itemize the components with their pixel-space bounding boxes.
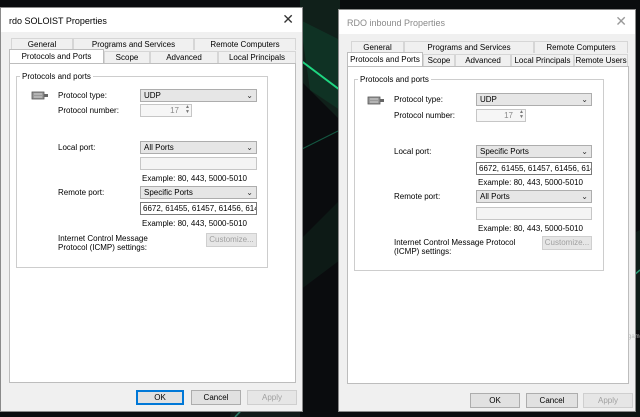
protocol-number-value: 17 bbox=[504, 111, 513, 120]
dialog-title: rdo SOLOIST Properties bbox=[9, 16, 107, 26]
chevron-down-icon: ⌄ bbox=[581, 95, 588, 104]
local-port-select[interactable]: All Ports ⌄ bbox=[140, 141, 257, 154]
protocol-number-label: Protocol number: bbox=[394, 111, 455, 120]
apply-button[interactable]: Apply bbox=[583, 393, 633, 408]
ok-button[interactable]: OK bbox=[470, 393, 520, 408]
group-title: Protocols and ports bbox=[20, 72, 93, 81]
tab-panel: Protocols and ports Protocol type: UDP ⌄ … bbox=[347, 66, 629, 384]
protocol-type-label: Protocol type: bbox=[394, 95, 443, 104]
local-port-input[interactable]: 6672, 61455, 61457, 61456, 6145 bbox=[476, 162, 592, 175]
group-title: Protocols and ports bbox=[358, 75, 431, 84]
protocol-type-select[interactable]: UDP ⌄ bbox=[476, 93, 592, 106]
icmp-settings-label: Internet Control Message Protocol (ICMP)… bbox=[394, 238, 516, 256]
remote-port-select[interactable]: Specific Ports ⌄ bbox=[140, 186, 257, 199]
protocol-number-stepper[interactable]: 17 ▲ ▼ bbox=[476, 109, 526, 122]
protocol-number-label: Protocol number: bbox=[58, 106, 119, 115]
remote-port-value: Specific Ports bbox=[144, 188, 193, 197]
title-bar[interactable]: RDO inbound Properties ✕ bbox=[339, 10, 635, 34]
cancel-button[interactable]: Cancel bbox=[191, 390, 241, 405]
tab-local-principals[interactable]: Local Principals bbox=[218, 51, 296, 63]
tab-remote-computers[interactable]: Remote Computers bbox=[534, 41, 628, 53]
close-icon[interactable]: ✕ bbox=[282, 12, 294, 26]
local-port-example: Example: 80, 443, 5000-5010 bbox=[478, 178, 583, 187]
local-port-example: Example: 80, 443, 5000-5010 bbox=[142, 174, 247, 183]
ok-button[interactable]: OK bbox=[136, 390, 184, 405]
chevron-down-icon: ⌄ bbox=[246, 188, 253, 197]
remote-port-select[interactable]: All Ports ⌄ bbox=[476, 190, 592, 203]
chevron-down-icon: ⌄ bbox=[246, 143, 253, 152]
local-port-label: Local port: bbox=[58, 143, 96, 152]
dialog-rdo-soloist-properties: rdo SOLOIST Properties ✕ General Program… bbox=[0, 7, 303, 412]
close-icon[interactable]: ✕ bbox=[615, 14, 627, 28]
tab-scope[interactable]: Scope bbox=[423, 54, 455, 66]
watermark: game bbox=[628, 334, 640, 340]
protocol-number-stepper[interactable]: 17 ▲ ▼ bbox=[140, 104, 192, 117]
tab-local-principals[interactable]: Local Principals bbox=[511, 54, 574, 66]
title-bar[interactable]: rdo SOLOIST Properties ✕ bbox=[1, 8, 302, 32]
dialog-rdo-inbound-properties: RDO inbound Properties ✕ General Program… bbox=[338, 9, 636, 412]
customize-button[interactable]: Customize... bbox=[206, 233, 257, 247]
tab-remote-users[interactable]: Remote Users bbox=[574, 54, 628, 66]
tab-panel: Protocols and ports Protocol type: UDP ⌄ … bbox=[9, 63, 296, 383]
protocol-type-value: UDP bbox=[144, 91, 161, 100]
network-protocol-icon bbox=[367, 96, 384, 105]
spin-arrows-icon: ▲ ▼ bbox=[519, 109, 524, 120]
spin-arrows-icon: ▲ ▼ bbox=[185, 104, 190, 115]
protocol-type-label: Protocol type: bbox=[58, 91, 107, 100]
remote-port-example: Example: 80, 443, 5000-5010 bbox=[478, 224, 583, 233]
protocol-type-select[interactable]: UDP ⌄ bbox=[140, 89, 257, 102]
local-port-value: All Ports bbox=[144, 143, 174, 152]
protocol-type-value: UDP bbox=[480, 95, 497, 104]
chevron-down-icon: ⌄ bbox=[581, 147, 588, 156]
tab-advanced[interactable]: Advanced bbox=[455, 54, 511, 66]
remote-port-example: Example: 80, 443, 5000-5010 bbox=[142, 219, 247, 228]
tab-scope[interactable]: Scope bbox=[104, 51, 150, 63]
apply-button[interactable]: Apply bbox=[247, 390, 297, 405]
tab-protocols-and-ports[interactable]: Protocols and Ports bbox=[347, 52, 423, 66]
icmp-settings-label: Internet Control Message Protocol (ICMP)… bbox=[58, 234, 148, 252]
local-port-select[interactable]: Specific Ports ⌄ bbox=[476, 145, 592, 158]
chevron-down-icon: ⌄ bbox=[581, 192, 588, 201]
local-port-input[interactable] bbox=[140, 157, 257, 170]
remote-port-label: Remote port: bbox=[394, 192, 441, 201]
remote-port-label: Remote port: bbox=[58, 188, 105, 197]
local-port-value: Specific Ports bbox=[480, 147, 529, 156]
network-protocol-icon bbox=[31, 91, 48, 100]
tab-programs-and-services[interactable]: Programs and Services bbox=[404, 41, 534, 53]
local-port-label: Local port: bbox=[394, 147, 432, 156]
cancel-button[interactable]: Cancel bbox=[526, 393, 578, 408]
customize-button[interactable]: Customize... bbox=[542, 236, 592, 250]
dialog-title: RDO inbound Properties bbox=[347, 18, 446, 28]
remote-port-input[interactable]: 6672, 61455, 61457, 61456, 6145 bbox=[140, 202, 257, 215]
remote-port-value: All Ports bbox=[480, 192, 510, 201]
tab-remote-computers[interactable]: Remote Computers bbox=[194, 38, 296, 50]
chevron-down-icon: ⌄ bbox=[246, 91, 253, 100]
tab-protocols-and-ports[interactable]: Protocols and Ports bbox=[9, 49, 104, 63]
tab-advanced[interactable]: Advanced bbox=[150, 51, 218, 63]
remote-port-input[interactable] bbox=[476, 207, 592, 220]
protocol-number-value: 17 bbox=[170, 106, 179, 115]
